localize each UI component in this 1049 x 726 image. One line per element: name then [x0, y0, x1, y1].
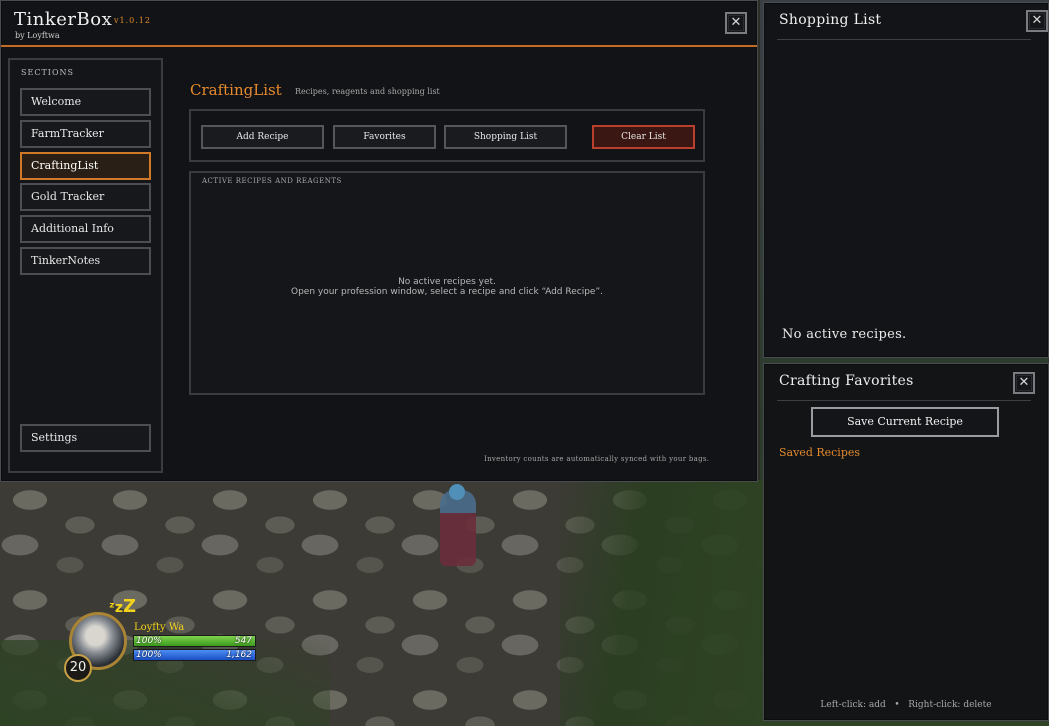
sidebar-item-gold-tracker[interactable]: Gold Tracker	[20, 183, 151, 211]
active-recipes-panel: ACTIVE RECIPES AND REAGENTS No active re…	[189, 171, 705, 395]
sidebar-item-craftinglist[interactable]: CraftingList	[20, 152, 151, 180]
shopping-list-panel: Shopping List ✕ No active recipes.	[763, 2, 1049, 358]
sidebar-item-settings[interactable]: Settings	[20, 424, 151, 452]
sidebar-heading: SECTIONS	[21, 68, 74, 77]
saved-recipes-heading: Saved Recipes	[779, 446, 861, 459]
health-bar: 100% 547	[133, 635, 256, 647]
save-current-recipe-button[interactable]: Save Current Recipe	[811, 407, 999, 437]
zzz-icon: ᶻzZ	[109, 596, 137, 617]
mana-value: 1,162	[226, 650, 252, 660]
title-bar[interactable]: TinkerBox v1.0.12 by Loyftwa	[1, 1, 757, 47]
player-unit-frame[interactable]: ᶻzZ 20 Loyfty Wa 100% 547 100% 1,162	[64, 596, 264, 686]
health-value: 547	[234, 636, 252, 646]
clear-list-button[interactable]: Clear List	[592, 125, 695, 149]
sections-sidebar: SECTIONS Welcome FarmTracker CraftingLis…	[8, 58, 163, 473]
app-author: by Loyftwa	[15, 31, 60, 40]
page-title: CraftingList	[190, 81, 282, 99]
npc-head	[449, 484, 465, 500]
sidebar-item-welcome[interactable]: Welcome	[20, 88, 151, 116]
sidebar-item-farmtracker[interactable]: FarmTracker	[20, 120, 151, 148]
player-name: Loyfty Wa	[134, 622, 185, 633]
sync-footnote: Inventory counts are automatically synce…	[484, 455, 710, 463]
usage-hint: Left-click: add • Right-click: delete	[820, 700, 992, 710]
level-badge: 20	[64, 654, 92, 682]
app-version: v1.0.12	[114, 16, 151, 25]
divider	[777, 39, 1031, 40]
mana-percent: 100%	[136, 650, 162, 660]
app-title: TinkerBox	[14, 9, 113, 30]
favorites-button[interactable]: Favorites	[333, 125, 436, 149]
close-icon[interactable]: ✕	[725, 12, 747, 34]
empty-state-hint: Open your profession window, select a re…	[291, 287, 603, 297]
panel-title: Crafting Favorites	[779, 373, 914, 389]
sidebar-item-additional-info[interactable]: Additional Info	[20, 215, 151, 243]
npc-character[interactable]	[440, 490, 476, 566]
sidebar-item-tinkernotes[interactable]: TinkerNotes	[20, 247, 151, 275]
divider	[777, 400, 1031, 401]
panel-heading: ACTIVE RECIPES AND REAGENTS	[202, 177, 342, 185]
grass-patch	[560, 480, 770, 726]
empty-state-title: No active recipes yet.	[398, 277, 496, 287]
add-recipe-button[interactable]: Add Recipe	[201, 125, 324, 149]
tinkerbox-window: TinkerBox v1.0.12 by Loyftwa ✕ SECTIONS …	[0, 0, 758, 482]
page-subtitle: Recipes, reagents and shopping list	[295, 87, 440, 96]
toolbar: Add Recipe Favorites Shopping List Clear…	[189, 109, 705, 162]
close-icon[interactable]: ✕	[1013, 372, 1035, 394]
close-icon[interactable]: ✕	[1026, 10, 1048, 32]
health-percent: 100%	[136, 636, 162, 646]
mana-bar: 100% 1,162	[133, 649, 256, 661]
panel-title: Shopping List	[779, 12, 882, 28]
empty-state-text: No active recipes.	[782, 327, 907, 342]
crafting-favorites-panel: Crafting Favorites ✕ Save Current Recipe…	[763, 363, 1049, 721]
shopping-list-button[interactable]: Shopping List	[444, 125, 567, 149]
